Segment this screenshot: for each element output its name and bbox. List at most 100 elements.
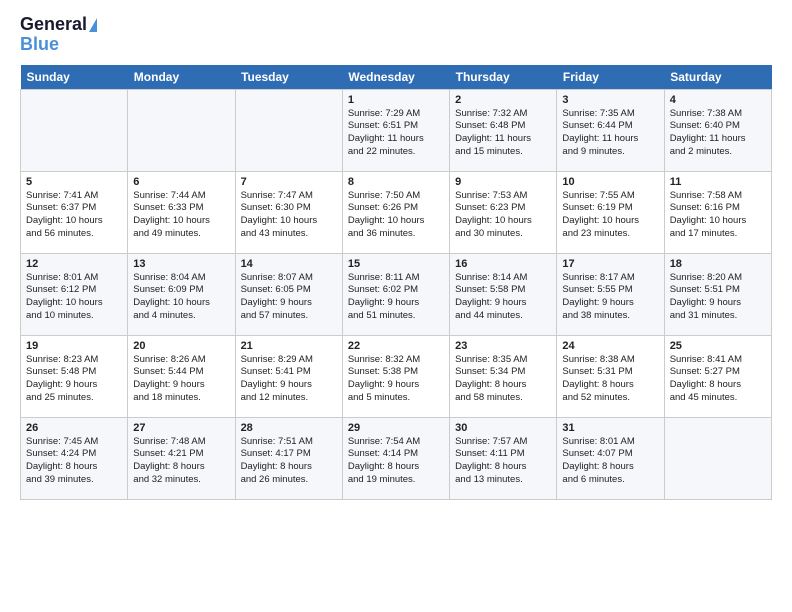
- day-number: 2: [455, 94, 551, 106]
- calendar-cell: 7 Sunrise: 7:47 AM Sunset: 6:30 PM Daylig…: [235, 171, 342, 253]
- calendar-cell: 14 Sunrise: 8:07 AM Sunset: 6:05 PM Dayli…: [235, 253, 342, 335]
- day-number: 10: [562, 176, 658, 188]
- day-number: 31: [562, 422, 658, 434]
- header-cell-sunday: Sunday: [21, 65, 128, 90]
- day-number: 29: [348, 422, 444, 434]
- cell-content: Sunrise: 8:17 AM Sunset: 5:55 PM Dayligh…: [562, 272, 658, 323]
- calendar-cell: 30 Sunrise: 7:57 AM Sunset: 4:11 PM Dayli…: [450, 417, 557, 499]
- calendar-cell: 20 Sunrise: 8:26 AM Sunset: 5:44 PM Dayli…: [128, 335, 235, 417]
- calendar-cell: 26 Sunrise: 7:45 AM Sunset: 4:24 PM Dayli…: [21, 417, 128, 499]
- calendar-cell: 11Sunrise: 7:58 AM Sunset: 6:16 PM Dayli…: [664, 171, 771, 253]
- logo-text-general: General: [20, 15, 87, 35]
- day-number: 20: [133, 340, 229, 352]
- cell-content: Sunrise: 7:50 AM Sunset: 6:26 PM Dayligh…: [348, 190, 444, 241]
- day-number: 12: [26, 258, 122, 270]
- calendar-cell: 29 Sunrise: 7:54 AM Sunset: 4:14 PM Dayli…: [342, 417, 449, 499]
- cell-content: Sunrise: 8:01 AM Sunset: 4:07 PM Dayligh…: [562, 436, 658, 487]
- calendar-cell: 17 Sunrise: 8:17 AM Sunset: 5:55 PM Dayli…: [557, 253, 664, 335]
- header-cell-monday: Monday: [128, 65, 235, 90]
- calendar-cell: 9 Sunrise: 7:53 AM Sunset: 6:23 PM Daylig…: [450, 171, 557, 253]
- cell-content: Sunrise: 8:26 AM Sunset: 5:44 PM Dayligh…: [133, 354, 229, 405]
- cell-content: Sunrise: 7:38 AM Sunset: 6:40 PM Dayligh…: [670, 108, 766, 159]
- header: General Blue: [20, 15, 772, 55]
- cell-content: Sunrise: 8:04 AM Sunset: 6:09 PM Dayligh…: [133, 272, 229, 323]
- day-number: 24: [562, 340, 658, 352]
- day-number: 22: [348, 340, 444, 352]
- cell-content: Sunrise: 8:38 AM Sunset: 5:31 PM Dayligh…: [562, 354, 658, 405]
- cell-content: Sunrise: 7:54 AM Sunset: 4:14 PM Dayligh…: [348, 436, 444, 487]
- day-number: 7: [241, 176, 337, 188]
- day-number: 4: [670, 94, 766, 106]
- cell-content: Sunrise: 8:07 AM Sunset: 6:05 PM Dayligh…: [241, 272, 337, 323]
- calendar-week-2: 5 Sunrise: 7:41 AM Sunset: 6:37 PM Daylig…: [21, 171, 772, 253]
- calendar-cell: 2 Sunrise: 7:32 AM Sunset: 6:48 PM Daylig…: [450, 89, 557, 171]
- calendar-cell: 6 Sunrise: 7:44 AM Sunset: 6:33 PM Daylig…: [128, 171, 235, 253]
- day-number: 27: [133, 422, 229, 434]
- day-number: 26: [26, 422, 122, 434]
- cell-content: Sunrise: 8:01 AM Sunset: 6:12 PM Dayligh…: [26, 272, 122, 323]
- day-number: 9: [455, 176, 551, 188]
- cell-content: Sunrise: 7:44 AM Sunset: 6:33 PM Dayligh…: [133, 190, 229, 241]
- cell-content: Sunrise: 8:41 AM Sunset: 5:27 PM Dayligh…: [670, 354, 766, 405]
- cell-content: Sunrise: 7:29 AM Sunset: 6:51 PM Dayligh…: [348, 108, 444, 159]
- header-cell-friday: Friday: [557, 65, 664, 90]
- calendar-cell: 22 Sunrise: 8:32 AM Sunset: 5:38 PM Dayli…: [342, 335, 449, 417]
- calendar-cell: [21, 89, 128, 171]
- calendar-cell: 3Sunrise: 7:35 AM Sunset: 6:44 PM Daylig…: [557, 89, 664, 171]
- calendar-cell: [128, 89, 235, 171]
- day-number: 28: [241, 422, 337, 434]
- calendar-week-4: 19Sunrise: 8:23 AM Sunset: 5:48 PM Dayli…: [21, 335, 772, 417]
- day-number: 6: [133, 176, 229, 188]
- calendar-cell: 28 Sunrise: 7:51 AM Sunset: 4:17 PM Dayli…: [235, 417, 342, 499]
- cell-content: Sunrise: 7:32 AM Sunset: 6:48 PM Dayligh…: [455, 108, 551, 159]
- calendar-cell: 23 Sunrise: 8:35 AM Sunset: 5:34 PM Dayli…: [450, 335, 557, 417]
- calendar-cell: 21Sunrise: 8:29 AM Sunset: 5:41 PM Dayli…: [235, 335, 342, 417]
- calendar-week-1: 1Sunrise: 7:29 AM Sunset: 6:51 PM Daylig…: [21, 89, 772, 171]
- calendar-cell: 25Sunrise: 8:41 AM Sunset: 5:27 PM Dayli…: [664, 335, 771, 417]
- day-number: 8: [348, 176, 444, 188]
- cell-content: Sunrise: 7:47 AM Sunset: 6:30 PM Dayligh…: [241, 190, 337, 241]
- calendar-cell: 19Sunrise: 8:23 AM Sunset: 5:48 PM Dayli…: [21, 335, 128, 417]
- calendar-cell: 18 Sunrise: 8:20 AM Sunset: 5:51 PM Dayli…: [664, 253, 771, 335]
- day-number: 21: [241, 340, 337, 352]
- calendar-week-3: 12 Sunrise: 8:01 AM Sunset: 6:12 PM Dayli…: [21, 253, 772, 335]
- calendar-week-5: 26 Sunrise: 7:45 AM Sunset: 4:24 PM Dayli…: [21, 417, 772, 499]
- calendar-cell: [664, 417, 771, 499]
- cell-content: Sunrise: 8:35 AM Sunset: 5:34 PM Dayligh…: [455, 354, 551, 405]
- cell-content: Sunrise: 8:20 AM Sunset: 5:51 PM Dayligh…: [670, 272, 766, 323]
- day-number: 30: [455, 422, 551, 434]
- header-cell-saturday: Saturday: [664, 65, 771, 90]
- day-number: 16: [455, 258, 551, 270]
- header-row: SundayMondayTuesdayWednesdayThursdayFrid…: [21, 65, 772, 90]
- calendar-cell: 24 Sunrise: 8:38 AM Sunset: 5:31 PM Dayli…: [557, 335, 664, 417]
- logo-text-blue: Blue: [20, 35, 59, 55]
- calendar-body: 1Sunrise: 7:29 AM Sunset: 6:51 PM Daylig…: [21, 89, 772, 499]
- day-number: 13: [133, 258, 229, 270]
- cell-content: Sunrise: 7:51 AM Sunset: 4:17 PM Dayligh…: [241, 436, 337, 487]
- cell-content: Sunrise: 8:14 AM Sunset: 5:58 PM Dayligh…: [455, 272, 551, 323]
- calendar-table: SundayMondayTuesdayWednesdayThursdayFrid…: [20, 65, 772, 500]
- logo: General Blue: [20, 15, 97, 55]
- calendar-cell: 8 Sunrise: 7:50 AM Sunset: 6:26 PM Daylig…: [342, 171, 449, 253]
- day-number: 15: [348, 258, 444, 270]
- calendar-header: SundayMondayTuesdayWednesdayThursdayFrid…: [21, 65, 772, 90]
- cell-content: Sunrise: 7:57 AM Sunset: 4:11 PM Dayligh…: [455, 436, 551, 487]
- day-number: 14: [241, 258, 337, 270]
- cell-content: Sunrise: 8:32 AM Sunset: 5:38 PM Dayligh…: [348, 354, 444, 405]
- day-number: 18: [670, 258, 766, 270]
- day-number: 5: [26, 176, 122, 188]
- calendar-cell: 15Sunrise: 8:11 AM Sunset: 6:02 PM Dayli…: [342, 253, 449, 335]
- calendar-cell: 16 Sunrise: 8:14 AM Sunset: 5:58 PM Dayli…: [450, 253, 557, 335]
- cell-content: Sunrise: 7:53 AM Sunset: 6:23 PM Dayligh…: [455, 190, 551, 241]
- day-number: 19: [26, 340, 122, 352]
- cell-content: Sunrise: 7:45 AM Sunset: 4:24 PM Dayligh…: [26, 436, 122, 487]
- cell-content: Sunrise: 7:55 AM Sunset: 6:19 PM Dayligh…: [562, 190, 658, 241]
- day-number: 17: [562, 258, 658, 270]
- calendar-cell: 27Sunrise: 7:48 AM Sunset: 4:21 PM Dayli…: [128, 417, 235, 499]
- calendar-cell: 4 Sunrise: 7:38 AM Sunset: 6:40 PM Daylig…: [664, 89, 771, 171]
- day-number: 23: [455, 340, 551, 352]
- calendar-cell: 1Sunrise: 7:29 AM Sunset: 6:51 PM Daylig…: [342, 89, 449, 171]
- calendar-cell: 5 Sunrise: 7:41 AM Sunset: 6:37 PM Daylig…: [21, 171, 128, 253]
- cell-content: Sunrise: 7:41 AM Sunset: 6:37 PM Dayligh…: [26, 190, 122, 241]
- header-cell-wednesday: Wednesday: [342, 65, 449, 90]
